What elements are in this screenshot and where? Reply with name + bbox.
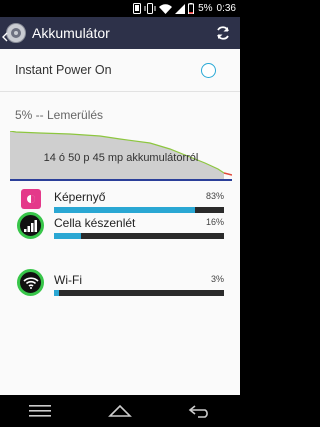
phone-icon [133,3,142,15]
instant-power-label: Instant Power On [15,63,112,77]
app-icon [11,28,21,38]
wifi-icon [17,269,44,296]
menu-button[interactable] [20,399,60,423]
usage-percent: 3% [210,274,224,284]
back-arrow-icon [2,29,8,47]
home-button[interactable] [100,399,140,423]
wifi-icon [159,3,173,15]
cell-signal-icon [17,212,44,239]
signal-icon [175,3,186,15]
screen-icon [21,189,41,209]
usage-name: Wi-Fi [54,273,82,287]
usage-name: Képernyő [54,190,106,204]
battery-graph: 14 ó 50 p 45 mp akkumulátorról [10,131,232,179]
usage-row-cell-standby[interactable]: Cella készenlét 16% [0,207,240,249]
content-area: Instant Power On 5% -- Lemerülés 14 ó 50… [0,49,240,395]
menu-icon [29,405,51,417]
status-bar: 5% 0:36 [0,0,240,17]
instant-power-row[interactable]: Instant Power On [0,49,240,92]
action-bar: Akkumulátor [0,17,240,49]
usage-percent: 83% [205,191,224,201]
page-title: Akkumulátor [32,25,110,41]
home-icon [108,404,132,417]
usage-bar [54,233,224,239]
back-icon [188,405,208,418]
navigation-bar [0,395,240,427]
usage-bar [54,290,224,296]
usage-name: Cella készenlét [54,216,136,230]
clock: 0:36 [216,2,236,14]
usage-row-wifi[interactable]: Wi-Fi 3% [0,269,240,311]
instant-power-radio[interactable] [201,62,216,78]
app-icon-button[interactable] [2,23,26,43]
refresh-icon [217,26,229,40]
usage-bar-fill [54,290,60,296]
back-button[interactable] [180,399,220,423]
usage-bar-fill [54,233,82,239]
refresh-button[interactable] [212,22,234,44]
graph-duration-label: 14 ó 50 p 45 mp akkumulátorról [43,152,199,164]
battery-status-text: 5% -- Lemerülés [15,108,104,122]
battery-percent: 5% [198,2,213,14]
usage-percent: 16% [205,217,224,227]
vibrate-icon [144,3,156,15]
battery-icon [188,3,195,15]
